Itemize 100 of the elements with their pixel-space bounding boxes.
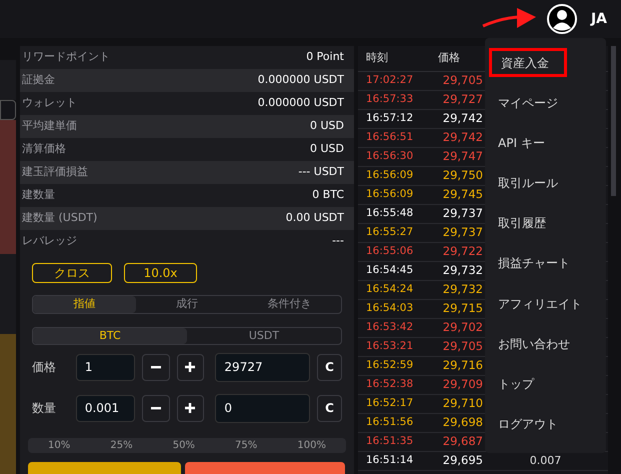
- menu-item[interactable]: 資産入金: [489, 48, 567, 77]
- trade-time: 16:56:30: [365, 149, 414, 164]
- info-label: 建玉評価損益: [22, 164, 88, 180]
- user-avatar-icon[interactable]: [546, 4, 577, 34]
- info-value: 0 BTC: [312, 187, 345, 204]
- trade-price: 29,715: [442, 300, 483, 318]
- order-type-tab[interactable]: 条件付き: [238, 296, 342, 312]
- info-label: 建数量 (USDT): [22, 210, 98, 226]
- trade-price: 29,709: [442, 376, 483, 394]
- info-value: 0 Point: [306, 49, 345, 66]
- info-label: リワードポイント: [22, 49, 110, 66]
- order-type-tab[interactable]: 成行: [136, 296, 238, 312]
- trade-price: 29,742: [442, 110, 483, 128]
- menu-item[interactable]: 損益チャート: [489, 248, 602, 278]
- trade-price: 29,737: [442, 224, 483, 242]
- trade-price: 29,716: [442, 357, 483, 374]
- trade-price: 29,732: [442, 262, 483, 280]
- menu-item[interactable]: ログアウト: [489, 410, 602, 439]
- info-value: 0.000000 USDT: [258, 95, 345, 112]
- decrement-button[interactable]: [142, 394, 170, 422]
- trade-price: 29,705: [442, 72, 483, 90]
- trade-time: 16:54:45: [365, 263, 414, 278]
- plus-icon: [185, 403, 196, 413]
- clear-button[interactable]: C: [317, 394, 342, 422]
- clear-button[interactable]: C: [317, 354, 342, 380]
- trade-price: 29,742: [442, 129, 483, 146]
- trade-price: 29,732: [442, 281, 483, 298]
- trade-time: 16:51:35: [365, 434, 414, 450]
- value-field[interactable]: 0: [215, 394, 310, 422]
- trade-price: 29,710: [442, 395, 483, 412]
- language-label[interactable]: JA: [590, 8, 607, 30]
- trade-time: 16:52:17: [365, 396, 414, 412]
- trade-time: 16:57:12: [365, 111, 414, 126]
- trade-time: 16:56:51: [365, 130, 414, 146]
- step-field[interactable]: 0.001: [76, 394, 135, 422]
- step-field[interactable]: 1: [76, 354, 135, 380]
- menu-item[interactable]: お問い合わせ: [489, 329, 602, 358]
- plus-icon: [185, 362, 196, 372]
- trade-price: 29,745: [442, 186, 483, 204]
- info-label: 証拠金: [22, 72, 55, 88]
- trade-time: 16:54:24: [365, 282, 414, 298]
- trade-time: 16:55:48: [365, 206, 414, 222]
- increment-button[interactable]: [176, 394, 204, 422]
- leverage-button[interactable]: 10.0x: [124, 263, 197, 283]
- info-label: 清算価格: [22, 141, 66, 158]
- trade-time: 16:55:27: [365, 225, 414, 240]
- trade-time: 16:53:21: [365, 339, 414, 354]
- trade-price: 29,747: [442, 148, 483, 166]
- trade-time: 16:56:09: [365, 187, 414, 202]
- trade-price: 29,687: [442, 433, 483, 450]
- info-value: 0 USD: [310, 141, 345, 158]
- trade-price: 29,750: [442, 167, 483, 184]
- info-value: ---: [332, 233, 345, 250]
- info-value: 0.00 USDT: [286, 210, 345, 226]
- trade-price: 29,695: [442, 452, 483, 470]
- info-value: 0 USD: [310, 118, 345, 134]
- menu-item[interactable]: 取引履歴: [489, 208, 602, 238]
- input-label: 数量: [32, 400, 57, 417]
- margin-mode-button[interactable]: クロス: [32, 263, 112, 283]
- trade-price: 29,705: [442, 338, 483, 356]
- percentage-option[interactable]: 50%: [172, 438, 195, 453]
- trade-time: 16:57:33: [365, 92, 414, 108]
- input-label: 価格: [32, 359, 57, 376]
- trade-price: 29,702: [442, 319, 483, 336]
- value-field[interactable]: 29727: [215, 352, 310, 382]
- info-label: レバレッジ: [22, 233, 77, 250]
- percentage-option[interactable]: 25%: [110, 438, 133, 453]
- trade-time: 16:53:42: [365, 320, 414, 336]
- info-label: 建数量: [22, 187, 55, 204]
- increment-button[interactable]: [176, 354, 204, 380]
- column-header: 価格: [438, 50, 461, 66]
- trade-price: 29,722: [442, 243, 483, 260]
- menu-item[interactable]: トップ: [489, 370, 602, 398]
- trade-time: 16:56:09: [365, 168, 414, 184]
- unit-tab[interactable]: BTC: [33, 328, 187, 344]
- trade-time: 17:02:27: [365, 73, 414, 88]
- info-value: --- USDT: [298, 164, 345, 180]
- trade-time: 16:51:14: [365, 453, 414, 468]
- trade-amount: 0.007: [528, 452, 562, 469]
- trade-time: 16:55:06: [365, 244, 414, 260]
- trade-time: 16:51:56: [365, 415, 414, 430]
- menu-item[interactable]: アフィリエイト: [489, 289, 602, 318]
- menu-item[interactable]: 取引ルール: [489, 168, 602, 198]
- info-value: 0.000000 USDT: [258, 72, 345, 88]
- menu-item[interactable]: API キー: [489, 128, 602, 158]
- percentage-option[interactable]: 10%: [48, 438, 70, 453]
- percentage-option[interactable]: 75%: [235, 438, 258, 453]
- scrollbar[interactable]: [611, 46, 616, 196]
- trade-price: 29,727: [442, 91, 483, 108]
- trade-price: 29,737: [442, 205, 483, 222]
- column-header: 時刻: [365, 50, 389, 66]
- unit-tab[interactable]: USDT: [187, 328, 341, 344]
- order-type-tab[interactable]: 指値: [33, 296, 136, 312]
- trade-time: 16:52:59: [365, 358, 414, 374]
- menu-item[interactable]: マイページ: [489, 88, 602, 118]
- trade-price: 29,698: [442, 414, 483, 432]
- decrement-button[interactable]: [142, 354, 170, 380]
- trade-time: 16:52:38: [365, 377, 414, 392]
- trade-time: 16:54:03: [365, 301, 414, 316]
- percentage-option[interactable]: 100%: [297, 438, 326, 453]
